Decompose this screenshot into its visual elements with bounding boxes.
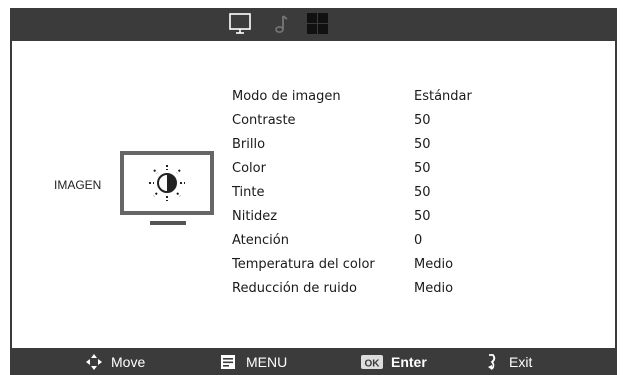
- key-hint-bar: Move MENU OK Enter Exit: [10, 348, 617, 375]
- enter-label: Enter: [391, 354, 427, 370]
- menu-item-noise-reduction[interactable]: Reducción de ruido Medio: [230, 279, 530, 303]
- menu-item-value: 50: [414, 161, 431, 176]
- return-arrow-icon: [488, 354, 496, 370]
- menu-item-value: 50: [414, 113, 431, 128]
- menu-item-brightness[interactable]: Brillo 50: [230, 135, 530, 159]
- menu-item-sharpness[interactable]: Nitidez 50: [230, 207, 530, 231]
- menu-item-value: Estándar: [414, 89, 472, 104]
- menu-item-label: Atención: [232, 233, 289, 248]
- menu-item-attention[interactable]: Atención 0: [230, 231, 530, 255]
- menu-item-tint[interactable]: Tinte 50: [230, 183, 530, 207]
- menu-item-color[interactable]: Color 50: [230, 159, 530, 183]
- menu-item-contrast[interactable]: Contraste 50: [230, 111, 530, 135]
- grid-icon: [307, 13, 328, 34]
- menu-item-value: 50: [414, 185, 431, 200]
- ok-badge-text: OK: [365, 359, 381, 370]
- monitor-icon: [229, 13, 251, 34]
- menu-item-label: Reducción de ruido: [232, 281, 357, 296]
- menu-item-picture-mode[interactable]: Modo de imagen Estándar: [230, 87, 530, 111]
- move-label: Move: [111, 354, 146, 370]
- menu-label: MENU: [246, 354, 288, 370]
- exit-label: Exit: [509, 354, 533, 370]
- frame-border-left: [10, 41, 12, 348]
- menu-item-color-temperature[interactable]: Temperatura del color Medio: [230, 255, 530, 279]
- move-arrows-icon: [86, 354, 102, 370]
- menu-item-label: Tinte: [232, 185, 265, 200]
- hint-enter: OK Enter: [361, 352, 427, 372]
- menu-item-label: Nitidez: [232, 209, 278, 224]
- category-label: IMAGEN: [54, 178, 102, 192]
- menu-item-label: Temperatura del color: [232, 257, 375, 272]
- menu-item-label: Brillo: [232, 137, 266, 152]
- frame-border-right: [615, 41, 617, 348]
- monitor-brightness-icon: [120, 151, 216, 229]
- menu-item-value: Medio: [414, 281, 454, 296]
- menu-item-value: 50: [414, 137, 431, 152]
- menu-item-label: Color: [232, 161, 266, 176]
- tab-bar: [10, 8, 617, 41]
- ok-badge-icon: OK: [361, 355, 383, 370]
- hint-menu: MENU: [220, 352, 287, 372]
- picture-menu: Modo de imagen Estándar Contraste 50 Bri…: [230, 87, 530, 303]
- tab-picture[interactable]: [227, 11, 253, 37]
- menu-item-value: 50: [414, 209, 431, 224]
- tab-setup[interactable]: [305, 11, 331, 37]
- music-note-icon: [275, 15, 288, 33]
- menu-item-label: Modo de imagen: [232, 89, 341, 104]
- hint-move: Move: [85, 352, 145, 372]
- menu-item-value: 0: [414, 233, 423, 248]
- menu-item-label: Contraste: [232, 113, 296, 128]
- menu-icon: [221, 355, 235, 369]
- hint-exit: Exit: [483, 352, 532, 372]
- osd-window: IMAGEN Modo de imagen Estándar Contraste…: [0, 0, 625, 375]
- menu-item-value: Medio: [414, 257, 454, 272]
- tab-sound[interactable]: [267, 11, 293, 37]
